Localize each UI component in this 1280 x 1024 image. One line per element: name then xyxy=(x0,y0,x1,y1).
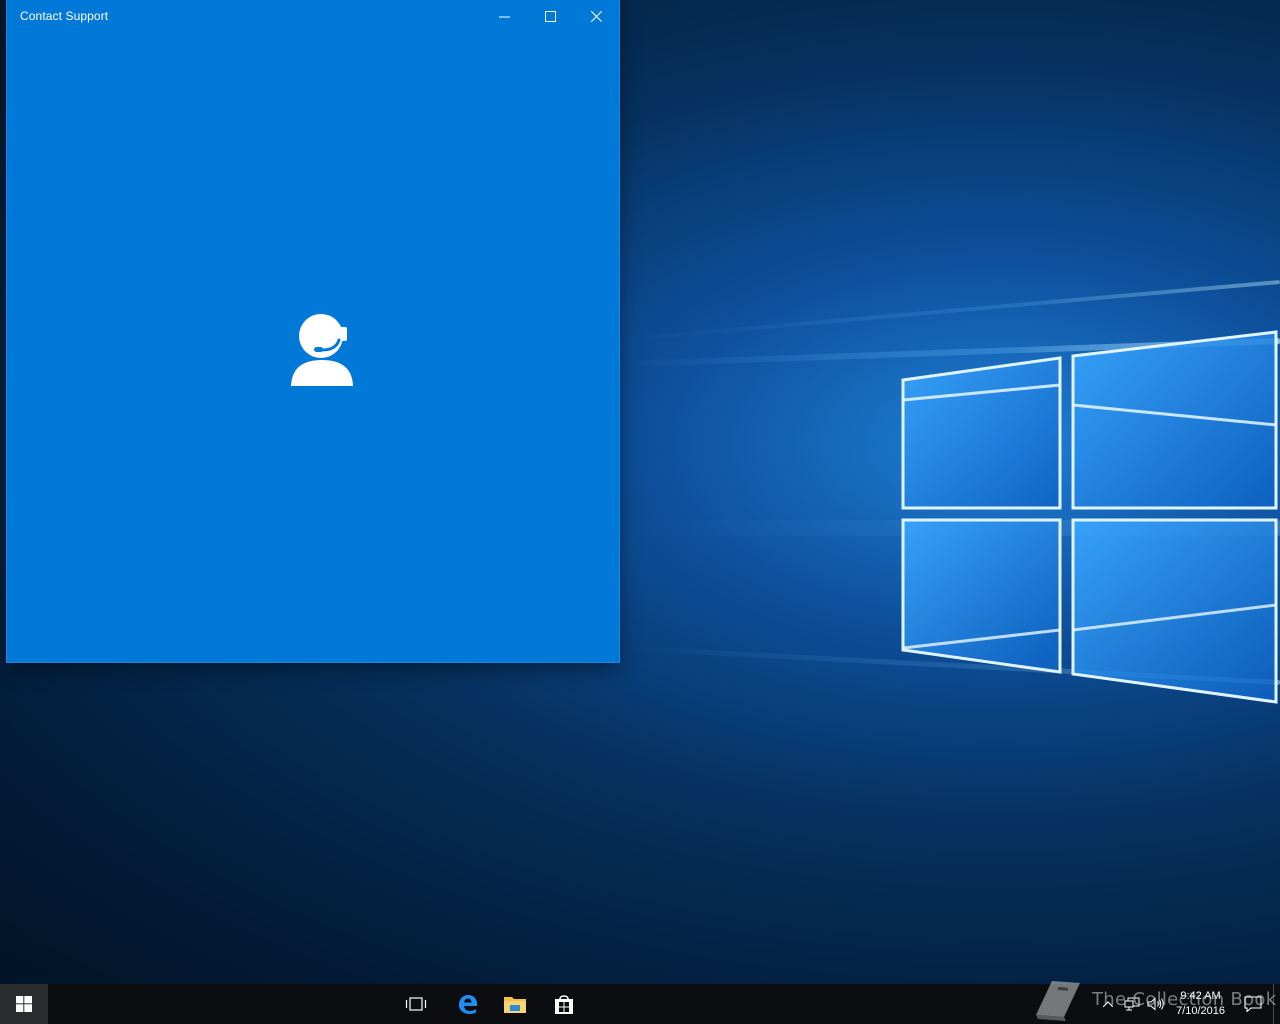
wallpaper-windows-logo xyxy=(900,330,1280,710)
start-button[interactable] xyxy=(0,984,48,1024)
close-button[interactable] xyxy=(573,0,619,32)
chevron-up-icon xyxy=(1103,1001,1114,1007)
taskbar: 9:42 AM 7/10/2016 xyxy=(0,984,1280,1024)
network-button[interactable] xyxy=(1120,984,1144,1024)
show-hidden-icons-button[interactable] xyxy=(1096,984,1120,1024)
clock-date: 7/10/2016 xyxy=(1176,1005,1225,1017)
network-icon xyxy=(1124,997,1140,1011)
clock-time: 9:42 AM xyxy=(1180,990,1221,1002)
minimize-button[interactable] xyxy=(481,0,527,32)
clock[interactable]: 9:42 AM 7/10/2016 xyxy=(1168,989,1233,1019)
system-tray: 9:42 AM 7/10/2016 xyxy=(1096,984,1280,1024)
maximize-button[interactable] xyxy=(527,0,573,32)
edge-browser-icon xyxy=(459,995,477,1015)
task-view-button[interactable] xyxy=(392,984,440,1024)
edge-browser-button[interactable] xyxy=(443,984,491,1024)
task-view-icon xyxy=(405,997,427,1011)
store-icon xyxy=(555,995,573,1014)
title-bar[interactable]: Contact Support xyxy=(7,0,619,32)
close-icon xyxy=(590,10,602,22)
file-explorer-icon xyxy=(504,997,526,1013)
volume-button[interactable] xyxy=(1144,984,1168,1024)
window-title: Contact Support xyxy=(20,9,109,23)
volume-icon xyxy=(1147,997,1164,1011)
store-button[interactable] xyxy=(540,984,588,1024)
show-desktop-button[interactable] xyxy=(1273,984,1280,1024)
maximize-icon xyxy=(544,10,556,22)
action-center-icon xyxy=(1244,996,1262,1012)
file-explorer-button[interactable] xyxy=(491,984,539,1024)
windows-logo-icon xyxy=(16,996,32,1012)
action-center-button[interactable] xyxy=(1233,984,1273,1024)
headset-person-icon xyxy=(284,312,356,388)
contact-support-window: Contact Support xyxy=(7,0,619,662)
minimize-icon xyxy=(498,16,510,17)
